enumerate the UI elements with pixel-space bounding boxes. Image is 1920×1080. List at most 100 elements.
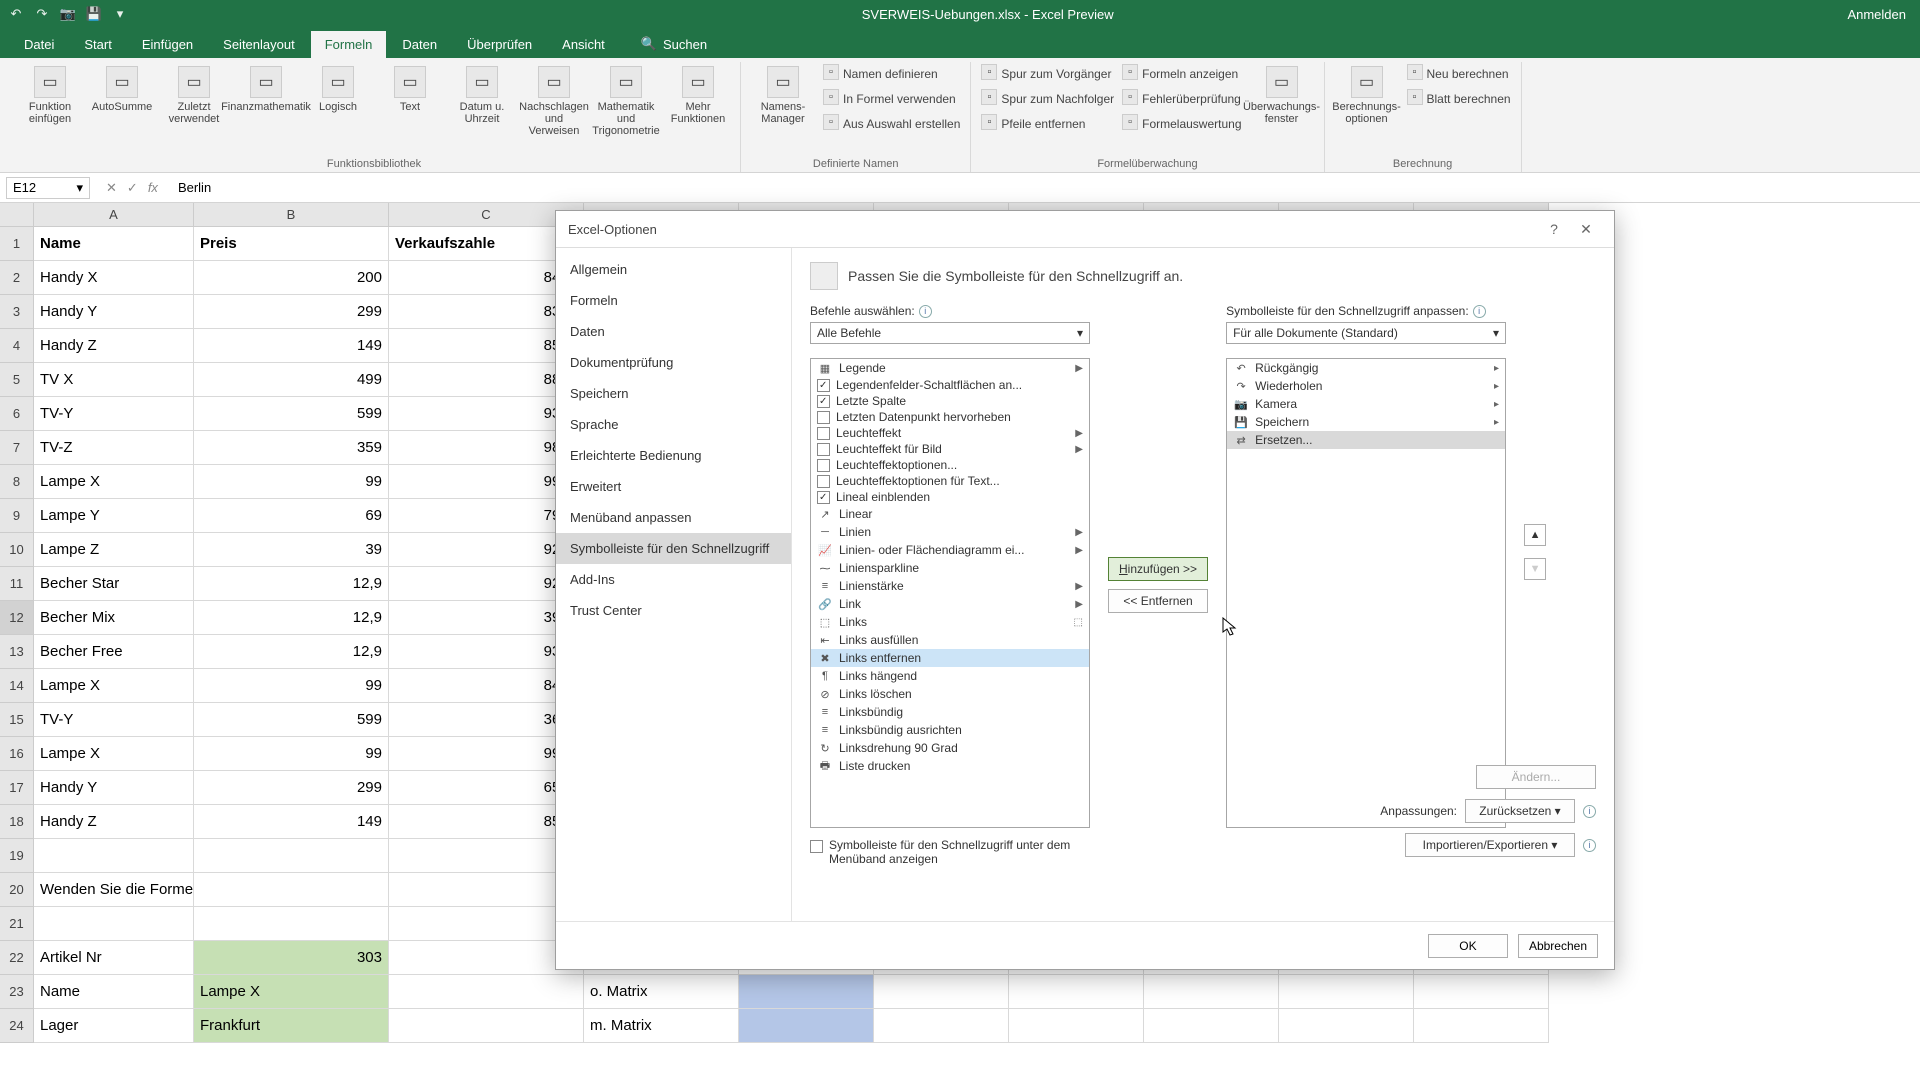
ribbon-button[interactable]: ▫Formeln anzeigen: [1122, 62, 1241, 85]
row-header[interactable]: 3: [0, 295, 34, 329]
ribbon-button[interactable]: ▭Nachschlagen und Verweisen: [522, 62, 586, 137]
namens-manager-button[interactable]: ▭Namens-Manager: [751, 62, 815, 125]
command-list-item[interactable]: ⁓Liniensparkline: [811, 559, 1089, 577]
cell[interactable]: [1414, 1009, 1549, 1043]
cell[interactable]: 149: [194, 805, 389, 839]
info-icon[interactable]: i: [1473, 305, 1486, 318]
cell[interactable]: Becher Mix: [34, 601, 194, 635]
fx-icon[interactable]: fx: [148, 180, 158, 196]
customize-qat-combo[interactable]: Für alle Dokumente (Standard)▾: [1226, 322, 1506, 344]
command-list-item[interactable]: ─Linien▶: [811, 523, 1089, 541]
cell[interactable]: [194, 839, 389, 873]
commands-from-combo[interactable]: Alle Befehle▾: [810, 322, 1090, 344]
options-nav-item[interactable]: Add-Ins: [556, 564, 791, 595]
qat-list-item[interactable]: ⇄Ersetzen...: [1227, 431, 1505, 449]
tab-formeln[interactable]: Formeln: [311, 31, 387, 58]
command-list-item[interactable]: Legendenfelder-Schaltflächen an...: [811, 377, 1089, 393]
qat-commands-list[interactable]: ↶Rückgängig▸↷Wiederholen▸📷Kamera▸💾Speich…: [1226, 358, 1506, 828]
cell[interactable]: Handy Z: [34, 805, 194, 839]
options-nav-item[interactable]: Allgemein: [556, 254, 791, 285]
row-header[interactable]: 12: [0, 601, 34, 635]
cell[interactable]: Becher Star: [34, 567, 194, 601]
row-header[interactable]: 13: [0, 635, 34, 669]
ok-button[interactable]: OK: [1428, 934, 1508, 958]
cell[interactable]: Artikel Nr: [34, 941, 194, 975]
qat-list-item[interactable]: 💾Speichern▸: [1227, 413, 1505, 431]
command-list-item[interactable]: ≡Linienstärke▶: [811, 577, 1089, 595]
cell[interactable]: TV-Y: [34, 397, 194, 431]
cancel-icon[interactable]: ✕: [106, 180, 117, 196]
tab-seitenlayout[interactable]: Seitenlayout: [209, 31, 309, 58]
ribbon-button[interactable]: ▫Spur zum Nachfolger: [981, 87, 1114, 110]
cancel-button[interactable]: Abbrechen: [1518, 934, 1598, 958]
cell[interactable]: Handy Y: [34, 771, 194, 805]
command-list-item[interactable]: ↗Linear: [811, 505, 1089, 523]
ribbon-button[interactable]: ▫Aus Auswahl erstellen: [823, 112, 960, 135]
cell[interactable]: 99: [194, 669, 389, 703]
cell[interactable]: 99: [194, 737, 389, 771]
cell[interactable]: Name: [34, 975, 194, 1009]
tab-datei[interactable]: Datei: [10, 31, 68, 58]
cell[interactable]: [1414, 975, 1549, 1009]
options-nav-item[interactable]: Menüband anpassen: [556, 502, 791, 533]
cell[interactable]: Handy Y: [34, 295, 194, 329]
command-list-item[interactable]: Lineal einblenden: [811, 489, 1089, 505]
enter-icon[interactable]: ✓: [127, 180, 138, 196]
cell[interactable]: Handy Z: [34, 329, 194, 363]
options-nav-item[interactable]: Erleichterte Bedienung: [556, 440, 791, 471]
cell[interactable]: 12,9: [194, 567, 389, 601]
options-nav-item[interactable]: Symbolleiste für den Schnellzugriff: [556, 533, 791, 564]
name-box[interactable]: E12▾: [6, 177, 90, 199]
cell[interactable]: 200: [194, 261, 389, 295]
cell[interactable]: Lager: [34, 1009, 194, 1043]
add-button[interactable]: Hinzufügen >>: [1108, 557, 1208, 581]
help-button[interactable]: ?: [1538, 221, 1570, 237]
reset-button[interactable]: Zurücksetzen ▾: [1465, 799, 1575, 823]
cell[interactable]: Lampe X: [194, 975, 389, 1009]
row-header[interactable]: 6: [0, 397, 34, 431]
cell[interactable]: 499: [194, 363, 389, 397]
cell[interactable]: [1279, 1009, 1414, 1043]
cell[interactable]: Lampe X: [34, 669, 194, 703]
move-down-button[interactable]: ▼: [1524, 558, 1546, 580]
cell[interactable]: Preis: [194, 227, 389, 261]
qat-list-item[interactable]: ↶Rückgängig▸: [1227, 359, 1505, 377]
cell[interactable]: [34, 907, 194, 941]
cell[interactable]: 99: [194, 465, 389, 499]
cell[interactable]: [389, 1009, 584, 1043]
cell[interactable]: [1279, 975, 1414, 1009]
cell[interactable]: 359: [194, 431, 389, 465]
ribbon-button[interactable]: ▭Funktion einfügen: [18, 62, 82, 125]
command-list-item[interactable]: 📈Linien- oder Flächendiagramm ei...▶: [811, 541, 1089, 559]
ribbon-button[interactable]: ▭Logisch: [306, 62, 370, 113]
command-list-item[interactable]: ≡Linksbündig ausrichten: [811, 721, 1089, 739]
command-list-item[interactable]: Leuchteffekt▶: [811, 425, 1089, 441]
cell[interactable]: [194, 873, 389, 907]
select-all-corner[interactable]: [0, 203, 34, 227]
modify-button[interactable]: Ändern...: [1476, 765, 1596, 789]
undo-icon[interactable]: ↶: [8, 6, 24, 22]
row-header[interactable]: 5: [0, 363, 34, 397]
ribbon-button[interactable]: ▫Namen definieren: [823, 62, 960, 85]
cell[interactable]: TV-Y: [34, 703, 194, 737]
cell[interactable]: 69: [194, 499, 389, 533]
cell[interactable]: Handy X: [34, 261, 194, 295]
options-nav-item[interactable]: Sprache: [556, 409, 791, 440]
command-list-item[interactable]: ⬚Links⬚: [811, 613, 1089, 631]
options-nav-item[interactable]: Speichern: [556, 378, 791, 409]
row-header[interactable]: 20: [0, 873, 34, 907]
tab-ansicht[interactable]: Ansicht: [548, 31, 619, 58]
cell[interactable]: 149: [194, 329, 389, 363]
cell[interactable]: [1009, 1009, 1144, 1043]
options-nav-item[interactable]: Trust Center: [556, 595, 791, 626]
cell[interactable]: Wenden Sie die Formel jeweils in der Grü…: [34, 873, 194, 907]
command-list-item[interactable]: Leuchteffektoptionen für Text...: [811, 473, 1089, 489]
tab-start[interactable]: Start: [70, 31, 125, 58]
row-header[interactable]: 21: [0, 907, 34, 941]
cell[interactable]: Frankfurt: [194, 1009, 389, 1043]
ribbon-button[interactable]: ▭Mathematik und Trigonometrie: [594, 62, 658, 137]
ribbon-button[interactable]: ▭AutoSumme: [90, 62, 154, 113]
cell[interactable]: 299: [194, 295, 389, 329]
cell[interactable]: 12,9: [194, 601, 389, 635]
formula-input[interactable]: Berlin: [168, 180, 1920, 195]
